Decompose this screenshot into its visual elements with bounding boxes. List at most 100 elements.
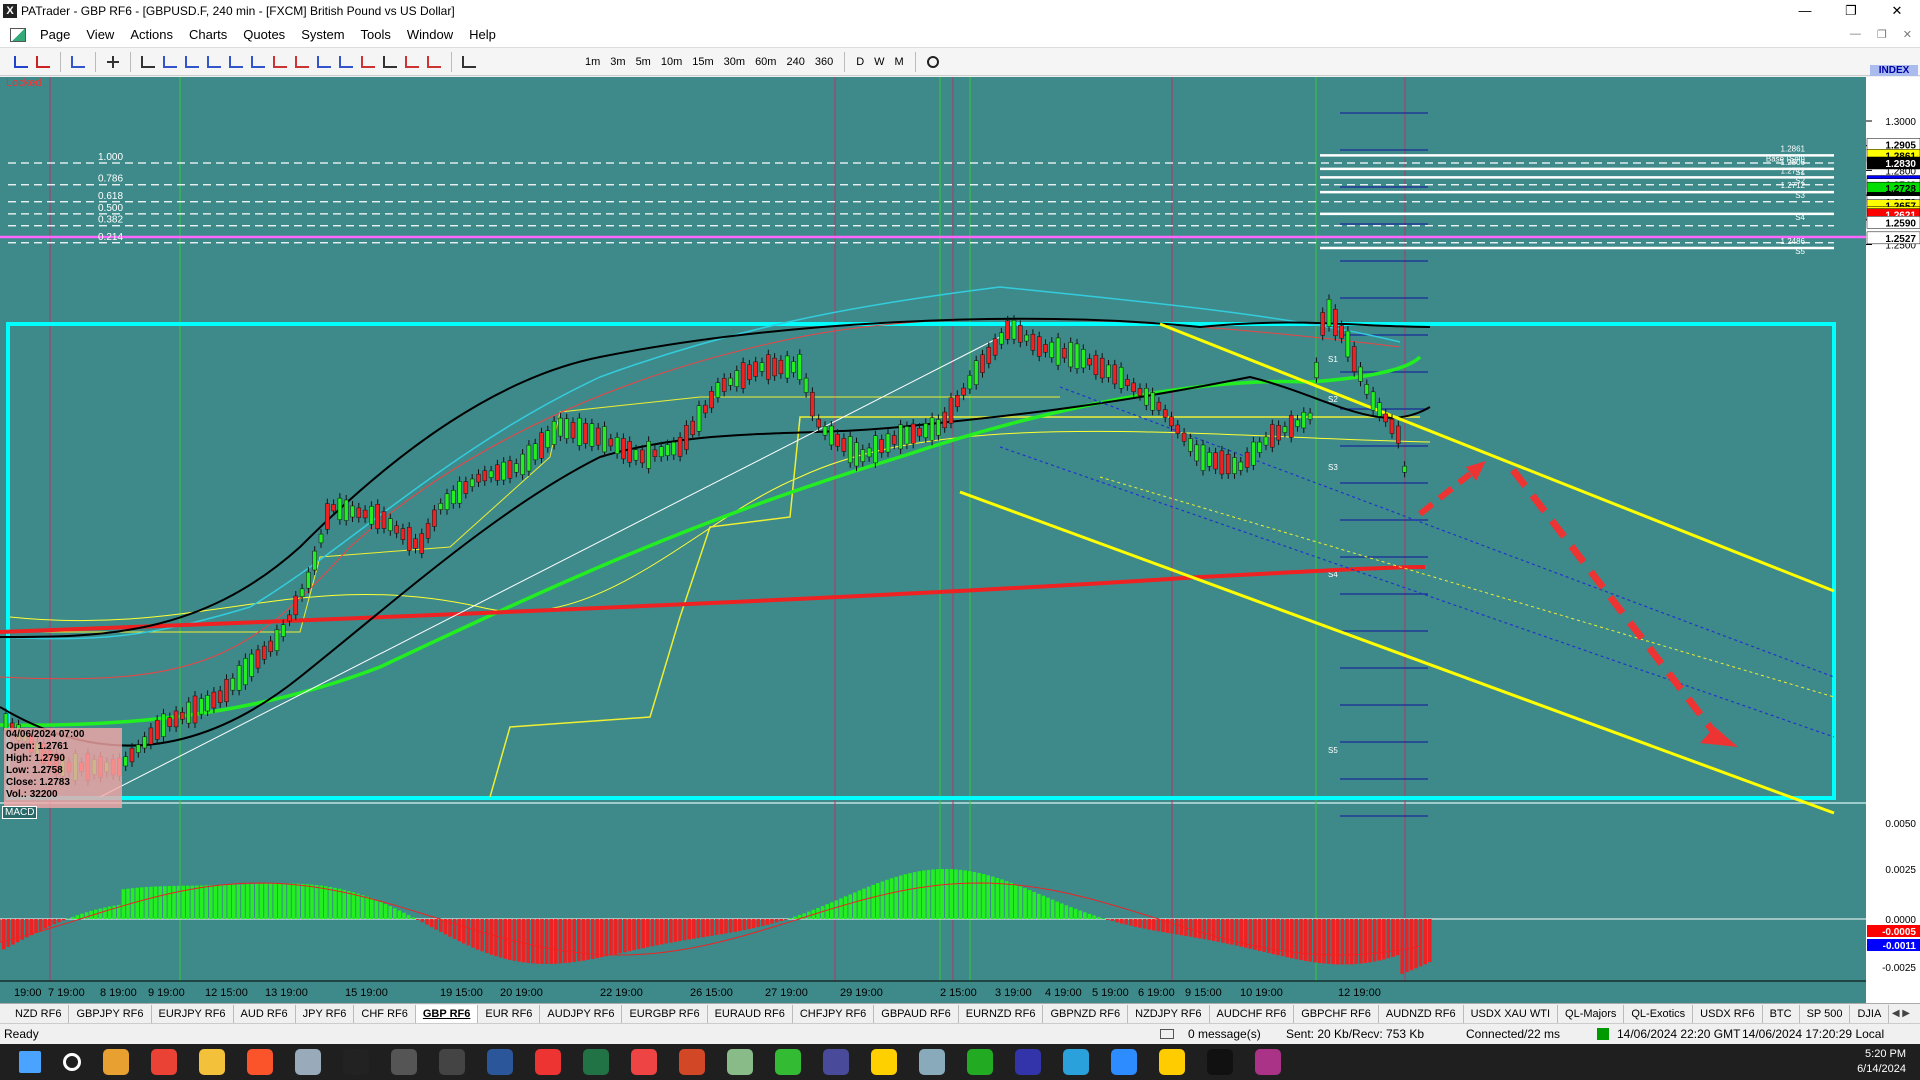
menu-tools[interactable]: Tools [353,22,399,48]
excel-icon[interactable] [583,1049,609,1075]
trendline-icon[interactable] [204,52,224,72]
sheet-tab[interactable]: USDX XAU WTI [1464,1004,1559,1023]
timeframe-3m[interactable]: 3m [605,52,630,72]
text-tool-icon[interactable] [380,52,400,72]
taskbar-time[interactable]: 5:20 PM [1857,1047,1906,1062]
calculator-icon[interactable] [391,1049,417,1075]
mdi-minimize-button[interactable]: — [1850,28,1861,41]
telegram-icon[interactable] [1063,1049,1089,1075]
sheet-tab[interactable]: GBPAUD RF6 [874,1004,959,1023]
buy-tool-icon[interactable] [11,52,31,72]
app-icon[interactable] [1015,1049,1041,1075]
sheet-tab[interactable]: AUD RF6 [234,1004,296,1023]
chart-menu-icon[interactable] [10,27,26,42]
gann-fan-icon[interactable] [314,52,334,72]
period-weekly[interactable]: W [869,52,889,72]
sheet-tab[interactable]: AUDJPY RF6 [540,1004,623,1023]
sheet-tab[interactable]: QL-Majors [1558,1004,1625,1023]
menu-view[interactable]: View [78,22,122,48]
sheet-tab[interactable]: NZDJPY RF6 [1128,1004,1210,1023]
minimize-button[interactable]: — [1782,0,1828,22]
sell-tool-icon[interactable] [33,52,53,72]
status-messages[interactable]: 0 message(s) [1188,1024,1261,1044]
sheet-tab[interactable]: DJIA [1850,1004,1890,1023]
menu-window[interactable]: Window [399,22,461,48]
close-button[interactable]: ✕ [1874,0,1920,22]
folder-icon[interactable] [199,1049,225,1075]
tiktok-icon[interactable] [1207,1049,1233,1075]
timeframe-10m[interactable]: 10m [656,52,687,72]
patrader-icon[interactable] [439,1049,465,1075]
app-c-icon[interactable] [535,1049,561,1075]
app-s-icon[interactable] [631,1049,657,1075]
chart-type-icon[interactable] [68,52,88,72]
star-icon[interactable] [1159,1049,1185,1075]
app-icon[interactable] [919,1049,945,1075]
start-icon[interactable] [19,1051,41,1073]
chart-area[interactable]: 1.000 0.786 0.618 0.500 0.382 0.214 1.2861 Bas… [0,65,1920,1003]
sheet-tab[interactable]: SP 500 [1800,1004,1851,1023]
app-icon[interactable] [967,1049,993,1075]
vertical-line-icon[interactable] [182,52,202,72]
horizontal-line-icon[interactable] [160,52,180,72]
sheet-tab[interactable]: NZD RF6 [8,1004,70,1023]
ic-icon[interactable] [343,1049,369,1075]
taskbar-date[interactable]: 6/14/2024 [1857,1062,1906,1077]
timeframe-360[interactable]: 360 [810,52,838,72]
fib-extension-icon[interactable] [270,52,290,72]
powerpoint-icon[interactable] [679,1049,705,1075]
sheet-tab[interactable]: GBPNZD RF6 [1043,1004,1129,1023]
crosshair-icon[interactable] [103,52,123,72]
search-icon[interactable] [63,1053,81,1071]
maximize-button[interactable]: ❐ [1828,0,1874,22]
channel-icon[interactable] [226,52,246,72]
brave-icon[interactable] [247,1049,273,1075]
timeframe-30m[interactable]: 30m [719,52,750,72]
time-zone-icon[interactable] [336,52,356,72]
indicator-icon[interactable] [459,52,479,72]
mdi-close-button[interactable]: ✕ [1903,28,1912,41]
sheet-tab[interactable]: EURJPY RF6 [152,1004,234,1023]
sheet-tab[interactable]: QL-Exotics [1624,1004,1694,1023]
sheet-tab[interactable]: EURGBP RF6 [622,1004,708,1023]
menu-quotes[interactable]: Quotes [235,22,293,48]
rectangle-icon[interactable] [358,52,378,72]
sheet-tab[interactable]: USDX RF6 [1693,1004,1763,1023]
timeframe-60m[interactable]: 60m [750,52,781,72]
mk-icon[interactable] [1255,1049,1281,1075]
timeframe-240[interactable]: 240 [781,52,809,72]
mdi-restore-button[interactable]: ❐ [1877,28,1887,41]
sticky-icon[interactable] [871,1049,897,1075]
period-monthly[interactable]: M [890,52,909,72]
fibonacci-icon[interactable] [248,52,268,72]
app-icon[interactable] [823,1049,849,1075]
sheet-tab[interactable]: BTC [1763,1004,1800,1023]
price-chart[interactable]: 1.0000.7860.6180.5000.3820.214 1.2861Bas… [0,77,1920,1003]
sheet-tab[interactable]: EUR RF6 [478,1004,541,1023]
menu-system[interactable]: System [293,22,352,48]
notepad-icon[interactable] [295,1049,321,1075]
zoom-icon[interactable] [1111,1049,1137,1075]
sheet-tab[interactable]: EURNZD RF6 [959,1004,1044,1023]
menu-page[interactable]: Page [32,22,78,48]
sheet-tab[interactable]: AUDCHF RF6 [1210,1004,1295,1023]
timeframe-1m[interactable]: 1m [580,52,605,72]
cursor-icon[interactable] [138,52,158,72]
app-icon[interactable] [727,1049,753,1075]
chrome-icon[interactable] [151,1049,177,1075]
mail-icon[interactable] [1160,1029,1174,1039]
menu-help[interactable]: Help [461,22,504,48]
sheet-tab[interactable]: CHF RF6 [354,1004,416,1023]
timeframe-5m[interactable]: 5m [631,52,656,72]
sheet-tab[interactable]: GBPCHF RF6 [1294,1004,1379,1023]
menu-actions[interactable]: Actions [122,22,181,48]
timeframe-15m[interactable]: 15m [687,52,718,72]
fib-zone-icon[interactable] [292,52,312,72]
app-icon[interactable] [103,1049,129,1075]
menu-charts[interactable]: Charts [181,22,235,48]
sheet-tab[interactable]: GBPJPY RF6 [69,1004,152,1023]
word-icon[interactable] [487,1049,513,1075]
clock-icon[interactable] [923,52,943,72]
sheet-tab[interactable]: EURAUD RF6 [708,1004,793,1023]
sheet-tab[interactable]: JPY RF6 [296,1004,355,1023]
